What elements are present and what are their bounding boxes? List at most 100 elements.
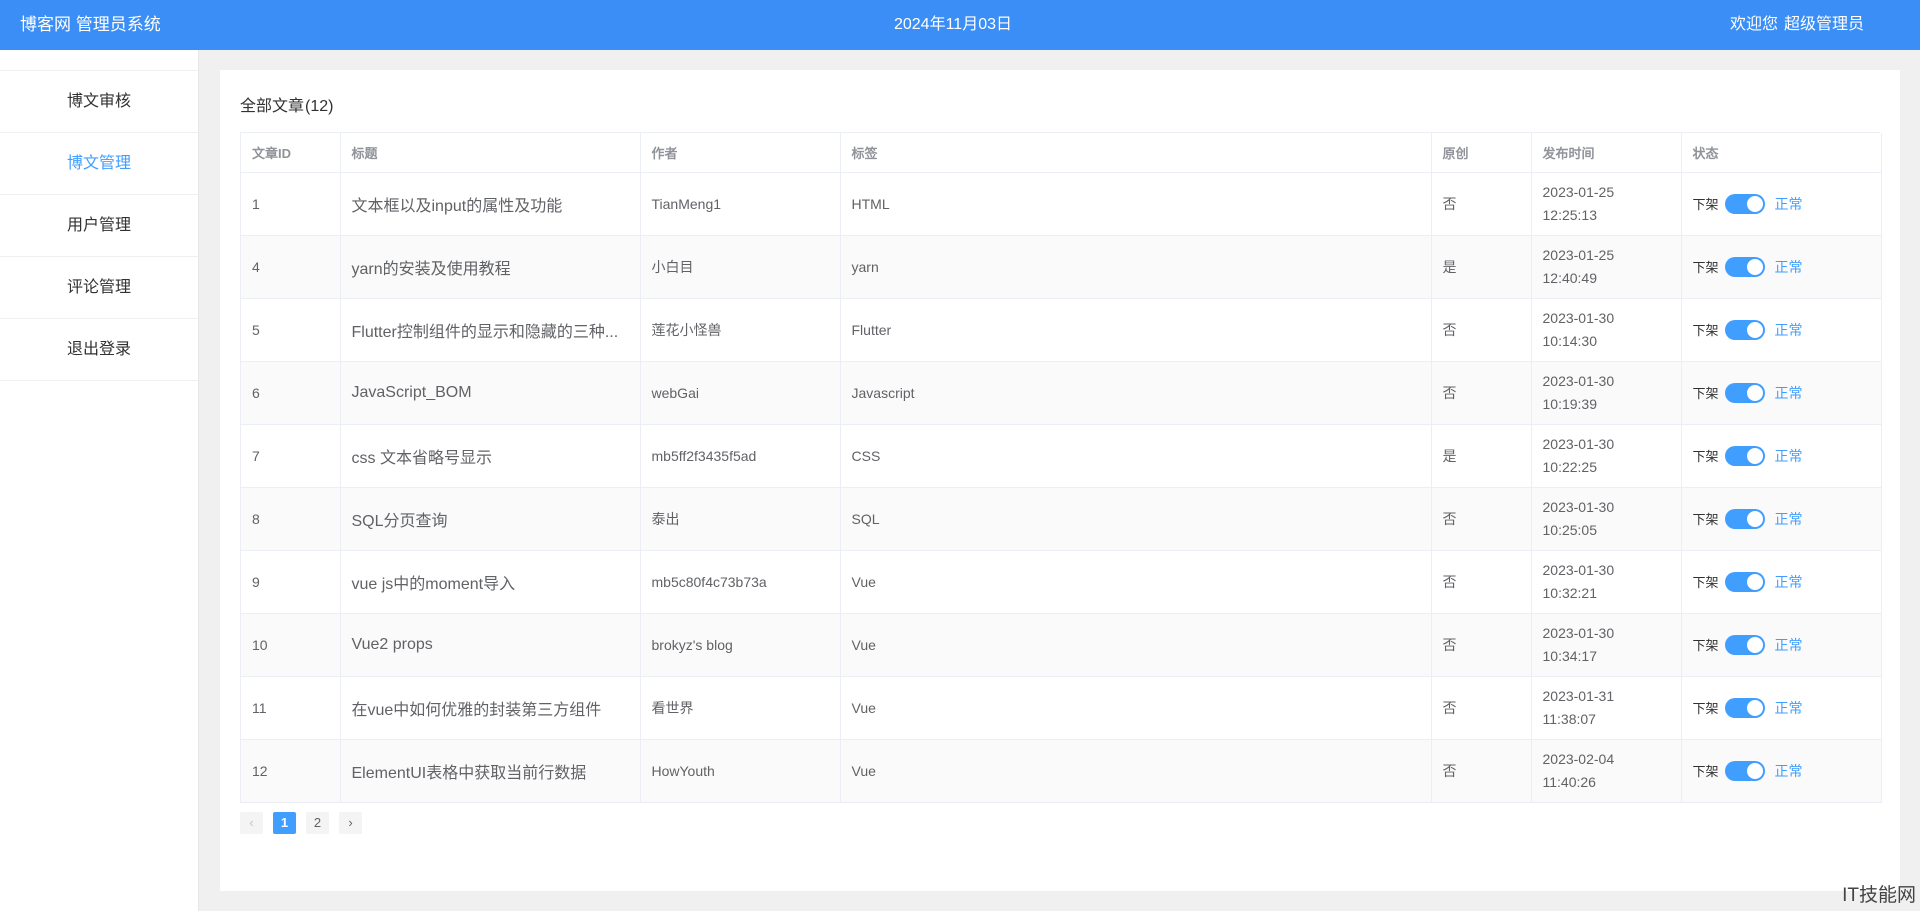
- cell-tag: Vue: [840, 739, 1432, 803]
- welcome-text: 欢迎您 超级管理员: [1730, 0, 1870, 50]
- cell-tag: Vue: [840, 613, 1432, 677]
- cell-publish-time: 2023-01-30 10:25:05: [1531, 487, 1682, 551]
- cell-status: 下架 正常: [1681, 172, 1882, 236]
- cell-author: 看世界: [640, 676, 841, 740]
- publish-date: 2023-02-04: [1542, 750, 1615, 767]
- cell-publish-time: 2023-01-30 10:22:25: [1531, 424, 1682, 488]
- main-panel: 全部文章(12) 文章ID 标题 作者 标签 原创 发布时间 状态 1 文本框以…: [220, 70, 1900, 891]
- status-toggle[interactable]: [1724, 319, 1765, 340]
- cell-status: 下架 正常: [1681, 550, 1882, 614]
- cell-title: Vue2 props: [340, 613, 641, 677]
- publish-clock: 10:19:39: [1542, 395, 1598, 412]
- cell-original: 是: [1431, 424, 1532, 488]
- cell-id: 11: [241, 676, 341, 740]
- welcome-label: 欢迎您: [1729, 16, 1778, 33]
- status-toggle[interactable]: [1724, 760, 1765, 781]
- header-date: 2024年11月03日: [893, 16, 1012, 33]
- page-title: 全部文章(12): [240, 92, 333, 116]
- sidebar-item-post-management[interactable]: 博文管理: [0, 133, 198, 195]
- cell-publish-time: 2023-02-04 11:40:26: [1531, 739, 1682, 803]
- cell-status: 下架 正常: [1681, 298, 1882, 362]
- cell-author: webGai: [640, 361, 841, 425]
- cell-author: HowYouth: [640, 739, 841, 803]
- toggle-knob: [1746, 699, 1763, 716]
- publish-date: 2023-01-30: [1542, 435, 1615, 452]
- status-on-label: 正常: [1774, 762, 1803, 779]
- status-on-label: 正常: [1774, 447, 1803, 464]
- cell-title: JavaScript_BOM: [340, 361, 641, 425]
- column-header-title: 标题: [340, 133, 641, 173]
- toggle-knob: [1746, 762, 1763, 779]
- cell-id: 1: [241, 172, 341, 236]
- status-toggle[interactable]: [1724, 193, 1765, 214]
- status-on-label: 正常: [1774, 510, 1803, 527]
- status-toggle[interactable]: [1724, 382, 1765, 403]
- publish-date: 2023-01-30: [1542, 498, 1615, 515]
- status-off-label: 下架: [1692, 197, 1719, 212]
- status-toggle[interactable]: [1724, 256, 1765, 277]
- cell-id: 5: [241, 298, 341, 362]
- column-header-tag: 标签: [840, 133, 1432, 173]
- toggle-knob: [1746, 573, 1763, 590]
- sidebar-item-post-review[interactable]: 博文审核: [0, 71, 198, 133]
- status-on-label: 正常: [1774, 195, 1803, 212]
- cell-original: 否: [1431, 487, 1532, 551]
- status-toggle[interactable]: [1724, 634, 1765, 655]
- page-button-1[interactable]: 1: [273, 812, 296, 834]
- cell-title: ElementUI表格中获取当前行数据: [340, 739, 641, 803]
- status-toggle[interactable]: [1724, 571, 1765, 592]
- cell-status: 下架 正常: [1681, 739, 1882, 803]
- cell-original: 否: [1431, 613, 1532, 677]
- cell-original: 否: [1431, 361, 1532, 425]
- cell-id: 12: [241, 739, 341, 803]
- cell-publish-time: 2023-01-30 10:19:39: [1531, 361, 1682, 425]
- cell-status: 下架 正常: [1681, 424, 1882, 488]
- status-off-label: 下架: [1692, 323, 1719, 338]
- cell-title: yarn的安装及使用教程: [340, 235, 641, 299]
- publish-date: 2023-01-31: [1542, 687, 1615, 704]
- publish-date: 2023-01-30: [1542, 309, 1615, 326]
- cell-tag: yarn: [840, 235, 1432, 299]
- status-off-label: 下架: [1692, 575, 1719, 590]
- sidebar-item-user-management[interactable]: 用户管理: [0, 195, 198, 257]
- publish-date: 2023-01-30: [1542, 372, 1615, 389]
- publish-clock: 12:40:49: [1542, 269, 1598, 286]
- sidebar-item-logout[interactable]: 退出登录: [0, 319, 198, 381]
- cell-author: brokyz's blog: [640, 613, 841, 677]
- status-toggle[interactable]: [1724, 445, 1765, 466]
- column-header-status: 状态: [1681, 133, 1882, 173]
- status-on-label: 正常: [1774, 636, 1803, 653]
- cell-title: 在vue中如何优雅的封装第三方组件: [340, 676, 641, 740]
- publish-clock: 10:22:25: [1542, 458, 1598, 475]
- chevron-right-icon[interactable]: ›: [339, 812, 362, 834]
- user-role[interactable]: 超级管理员: [1784, 16, 1864, 33]
- publish-clock: 11:40:26: [1542, 773, 1596, 790]
- cell-original: 否: [1431, 298, 1532, 362]
- cell-tag: CSS: [840, 424, 1432, 488]
- sidebar-item-comment-management[interactable]: 评论管理: [0, 257, 198, 319]
- cell-tag: Vue: [840, 550, 1432, 614]
- page-button-2[interactable]: 2: [306, 812, 329, 834]
- status-off-label: 下架: [1692, 512, 1719, 527]
- table-header-row: 文章ID 标题 作者 标签 原创 发布时间 状态: [241, 133, 1882, 173]
- cell-title: css 文本省略号显示: [340, 424, 641, 488]
- status-toggle[interactable]: [1724, 697, 1765, 718]
- column-header-publish-time: 发布时间: [1531, 133, 1682, 173]
- cell-status: 下架 正常: [1681, 676, 1882, 740]
- status-off-label: 下架: [1692, 638, 1719, 653]
- publish-clock: 10:32:21: [1542, 584, 1598, 601]
- cell-tag: HTML: [840, 172, 1432, 236]
- cell-title: SQL分页查询: [340, 487, 641, 551]
- status-toggle[interactable]: [1724, 508, 1765, 529]
- status-off-label: 下架: [1692, 386, 1719, 401]
- article-count: (12): [305, 98, 334, 115]
- articles-table: 文章ID 标题 作者 标签 原创 发布时间 状态 1 文本框以及input的属性…: [240, 132, 1882, 803]
- cell-id: 9: [241, 550, 341, 614]
- table-row: 11 在vue中如何优雅的封装第三方组件 看世界 Vue 否 2023-01-3…: [241, 676, 1882, 740]
- cell-author: 泰出: [640, 487, 841, 551]
- table-row: 10 Vue2 props brokyz's blog Vue 否 2023-0…: [241, 613, 1882, 677]
- cell-author: 莲花小怪兽: [640, 298, 841, 362]
- chevron-left-icon[interactable]: ‹: [240, 812, 263, 834]
- toggle-knob: [1746, 447, 1763, 464]
- publish-clock: 10:25:05: [1542, 521, 1598, 538]
